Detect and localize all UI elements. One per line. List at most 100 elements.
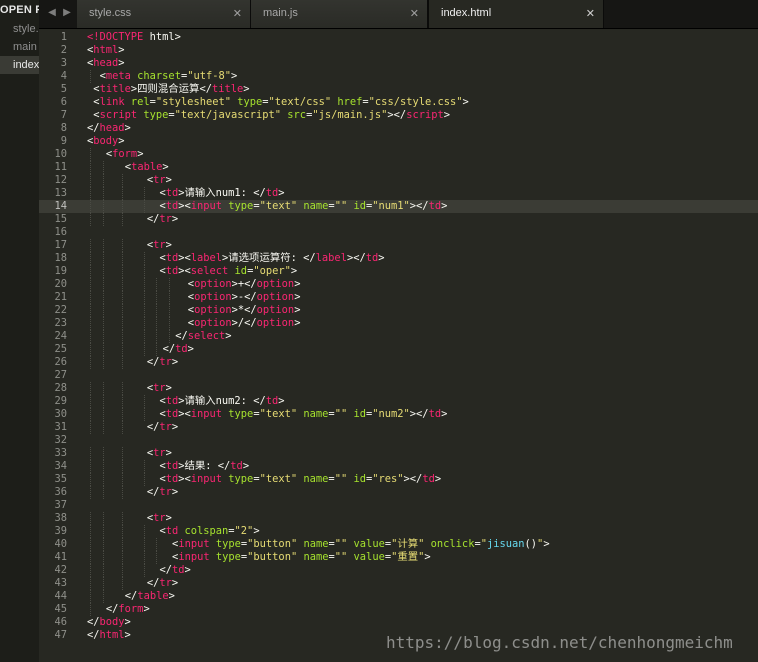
code-line[interactable]: 24 </select> <box>39 330 758 343</box>
code-text: <table> <box>125 161 169 174</box>
code-line[interactable]: 26 </tr> <box>39 356 758 369</box>
tab-main-js[interactable]: main.js ✕ <box>251 0 428 28</box>
code-token: option <box>256 317 295 329</box>
sidebar-file-index-html[interactable]: index <box>0 56 39 74</box>
tab-style-css[interactable]: style.css ✕ <box>77 0 251 28</box>
indent-guide <box>102 512 104 525</box>
code-token: name <box>303 551 329 563</box>
code-line[interactable]: 21 <option>-</option> <box>39 291 758 304</box>
code-line[interactable]: 27 <box>39 369 758 382</box>
code-line[interactable]: 39 <td colspan="2"> <box>39 525 758 538</box>
code-token: type <box>228 473 254 485</box>
close-icon[interactable]: ✕ <box>410 7 419 20</box>
indent-guide <box>143 200 145 213</box>
line-number: 9 <box>60 135 67 147</box>
code-line[interactable]: 36 </tr> <box>39 486 758 499</box>
indent-guide <box>102 577 104 590</box>
line-number: 27 <box>54 369 67 381</box>
code-line[interactable]: 16 <box>39 226 758 239</box>
code-text: <html> <box>87 44 125 57</box>
line-number: 37 <box>54 499 67 511</box>
code-line[interactable]: 20 <option>+</option> <box>39 278 758 291</box>
indent-guide <box>143 564 145 577</box>
tab-label: style.css <box>89 7 132 19</box>
indent-guide <box>121 330 123 343</box>
code-line[interactable]: 40 <input type="button" name="" value="计算… <box>39 538 758 551</box>
line-number: 38 <box>54 512 67 524</box>
code-token: option <box>256 291 295 303</box>
code-token: td <box>165 473 179 485</box>
close-icon[interactable]: ✕ <box>586 7 595 20</box>
code-line[interactable]: 32 <box>39 434 758 447</box>
indent-guide <box>121 200 123 213</box>
indent-guide <box>90 382 92 395</box>
code-line[interactable]: 19 <td><select id="oper"> <box>39 265 758 278</box>
code-token: label <box>315 252 347 264</box>
indent-guide <box>90 395 92 408</box>
code-line[interactable]: 29 <td>请输入num2: </td> <box>39 395 758 408</box>
code-token: > <box>165 382 172 394</box>
sidebar-file-main-js[interactable]: main <box>0 38 39 56</box>
code-token: >-</ <box>231 291 257 303</box>
code-line[interactable]: 13 <td>请输入num1: </td> <box>39 187 758 200</box>
code-editor[interactable]: 1 <!DOCTYPE html> 2 <html> 3 <head> 4 <meta cha… <box>39 29 758 662</box>
indent-guide <box>90 564 92 577</box>
tab-scroll-left-icon[interactable]: ◀ <box>46 6 58 20</box>
code-line[interactable]: 34 <td>结果: </td> <box>39 460 758 473</box>
code-line[interactable]: 4 <meta charset="utf-8"> <box>39 70 758 83</box>
code-line[interactable]: 17 <tr> <box>39 239 758 252</box>
indent-guide <box>102 252 104 265</box>
close-icon[interactable]: ✕ <box>233 7 242 20</box>
code-line[interactable]: 25 </td> <box>39 343 758 356</box>
code-line[interactable]: 10 <form> <box>39 148 758 161</box>
line-number: 47 <box>54 629 67 641</box>
code-line[interactable]: 33 <tr> <box>39 447 758 460</box>
code-line[interactable]: 23 <option>/</option> <box>39 317 758 330</box>
code-token: tr <box>153 512 166 524</box>
sidebar-file-style-css[interactable]: style. <box>0 20 39 38</box>
code-line[interactable]: 5 <title>四则混合运算</title> <box>39 83 758 96</box>
line-number: 4 <box>60 70 67 82</box>
code-token: "" <box>334 551 348 563</box>
code-line[interactable]: 9 <body> <box>39 135 758 148</box>
code-line[interactable]: 22 <option>*</option> <box>39 304 758 317</box>
code-line[interactable]: 8 </head> <box>39 122 758 135</box>
code-token: > <box>171 356 179 368</box>
code-line[interactable]: 41 <input type="button" name="" value="重置… <box>39 551 758 564</box>
code-token: title <box>211 83 244 95</box>
code-line[interactable]: 28 <tr> <box>39 382 758 395</box>
line-number: 26 <box>54 356 67 368</box>
code-token: </ <box>105 603 119 615</box>
tab-scroll-right-icon[interactable]: ▶ <box>61 6 73 20</box>
code-line[interactable]: 38 <tr> <box>39 512 758 525</box>
code-line[interactable]: 2 <html> <box>39 44 758 57</box>
code-line[interactable]: 3 <head> <box>39 57 758 70</box>
code-line[interactable]: 31 </tr> <box>39 421 758 434</box>
tab-index-html[interactable]: index.html ✕ <box>428 0 604 28</box>
code-line[interactable]: 11 <table> <box>39 161 758 174</box>
code-line[interactable]: 45 </form> <box>39 603 758 616</box>
code-line[interactable]: 42 </td> <box>39 564 758 577</box>
code-token: ></ <box>346 252 366 264</box>
code-line[interactable]: 7 <script type="text/javascript" src="js/… <box>39 109 758 122</box>
code-line[interactable]: 1 <!DOCTYPE html> <box>39 31 758 44</box>
code-line[interactable]: 12 <tr> <box>39 174 758 187</box>
code-token: > <box>462 96 469 108</box>
code-token: 请输入 <box>184 187 216 199</box>
code-line[interactable]: 35 <td><input type="text" name="" id="res… <box>39 473 758 486</box>
code-line[interactable]: 30 <td><input type="text" name="" id="num… <box>39 408 758 421</box>
code-line[interactable]: 15 </tr> <box>39 213 758 226</box>
code-line[interactable]: 14 <td><input type="text" name="" id="num… <box>39 200 758 213</box>
code-line[interactable]: 37 <box>39 499 758 512</box>
line-number: 19 <box>54 265 67 277</box>
indent-guide <box>143 538 145 551</box>
code-line[interactable]: 6 <link rel="stylesheet" type="text/css" … <box>39 96 758 109</box>
code-token: "2" <box>234 525 254 537</box>
code-line[interactable]: 44 </table> <box>39 590 758 603</box>
code-token: </ <box>146 577 160 589</box>
code-line[interactable]: 46 </body> <box>39 616 758 629</box>
indent-guide <box>121 473 123 486</box>
code-line[interactable]: 18 <td><label>请选项运算符: </label></td> <box>39 252 758 265</box>
code-line[interactable]: 43 </tr> <box>39 577 758 590</box>
indent-guide <box>90 447 92 460</box>
